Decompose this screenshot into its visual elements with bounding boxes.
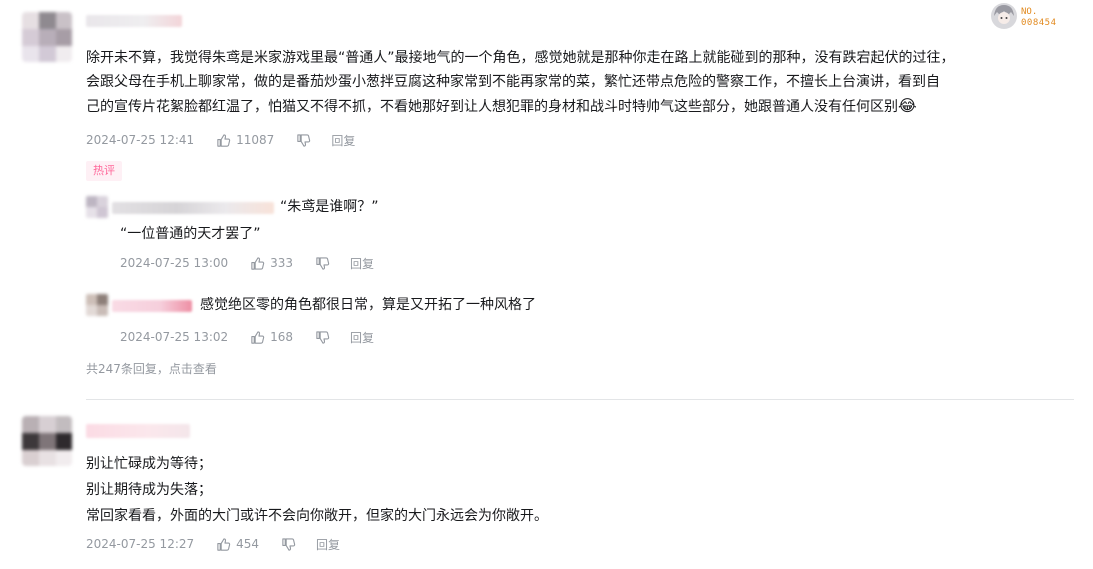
like-count: 333 [270, 256, 294, 270]
comment-meta: 2024-07-25 12:41 11087 回复 [86, 132, 355, 148]
comment-content: 别让忙碌成为等待； 别让期待成为失落； 常回家看看，外面的大门或许不会向你敞开，… [86, 451, 548, 529]
like-count: 168 [270, 330, 294, 344]
thumb-up-icon [251, 330, 265, 344]
reply-avatar[interactable] [86, 294, 108, 316]
reply-button[interactable]: 回复 [331, 132, 355, 149]
comment-line: 己的宣传片花絮脸都红温了，怕猫又不得不抓，不看她那好到让人想犯罪的身材和战斗时特… [86, 96, 917, 115]
comment-line: 别让期待成为失落； [86, 482, 212, 498]
badge-no-label: NO. [1021, 7, 1038, 17]
thumb-down-icon [282, 537, 296, 551]
thumb-down-icon [316, 330, 330, 344]
like-button[interactable]: 454 [216, 537, 259, 552]
like-count: 454 [236, 537, 260, 551]
thumb-up-icon [217, 133, 231, 147]
like-count: 11087 [236, 133, 275, 147]
reply-time: 2024-07-25 13:02 [120, 330, 229, 344]
fan-badge: NO. 008454 [990, 2, 1070, 32]
reply-avatar[interactable] [86, 196, 108, 218]
avatar[interactable] [22, 12, 72, 62]
hot-comment-tag: 热评 [86, 161, 122, 181]
laugh-cry-emoji: 😂 [898, 96, 917, 115]
like-button[interactable]: 168 [250, 330, 293, 345]
like-button[interactable]: 333 [250, 256, 293, 271]
like-button[interactable]: 11087 [216, 133, 274, 148]
reply-button[interactable]: 回复 [316, 536, 340, 553]
thumb-up-icon [251, 256, 265, 270]
reply-username[interactable] [112, 202, 274, 214]
badge-number: 008454 [1021, 18, 1057, 28]
reply-content: 感觉绝区零的角色都很日常，算是又开拓了一种风格了 [200, 297, 536, 313]
view-more-replies-link[interactable]: 共247条回复，点击查看 [86, 360, 217, 377]
comment-line: 别让忙碌成为等待； [86, 456, 212, 472]
dislike-button[interactable] [281, 537, 296, 552]
reply-button[interactable]: 回复 [350, 329, 374, 346]
anime-avatar-icon [991, 3, 1017, 29]
reply-username[interactable] [112, 300, 192, 312]
comment-time: 2024-07-25 12:41 [86, 133, 195, 147]
reply-content: “朱鸢是谁啊？” [280, 199, 379, 215]
comment-line: 会跟父母在手机上聊家常，做的是番茄炒蛋小葱拌豆腐这种家常到不能再家常的菜，繁忙还… [86, 74, 940, 90]
avatar[interactable] [22, 416, 72, 466]
comment-line: 除开未不算，我觉得朱鸢是米家游戏里最“普通人”最接地气的一个角色，感觉她就是那种… [86, 50, 955, 66]
thumb-up-icon [217, 537, 231, 551]
comment-line: 常回家看看，外面的大门或许不会向你敞开，但家的大门永远会为你敞开。 [86, 508, 548, 524]
username[interactable] [86, 424, 190, 438]
comment-content: 除开未不算，我觉得朱鸢是米家游戏里最“普通人”最接地气的一个角色，感觉她就是那种… [86, 46, 955, 119]
reply-time: 2024-07-25 13:00 [120, 256, 229, 270]
thumb-down-icon [316, 256, 330, 270]
comment-time: 2024-07-25 12:27 [86, 537, 195, 551]
reply-meta: 2024-07-25 13:02 168 回复 [120, 329, 374, 345]
reply-button[interactable]: 回复 [350, 255, 374, 272]
dislike-button[interactable] [296, 133, 311, 148]
dislike-button[interactable] [315, 330, 330, 345]
thumb-down-icon [297, 133, 311, 147]
comment-divider [86, 399, 1074, 400]
reply-meta: 2024-07-25 13:00 333 回复 [120, 255, 374, 271]
reply-content-line2: “一位普通的天才罢了” [120, 226, 261, 242]
comment-meta: 2024-07-25 12:27 454 回复 [86, 536, 340, 552]
username[interactable] [86, 15, 182, 27]
dislike-button[interactable] [315, 256, 330, 271]
